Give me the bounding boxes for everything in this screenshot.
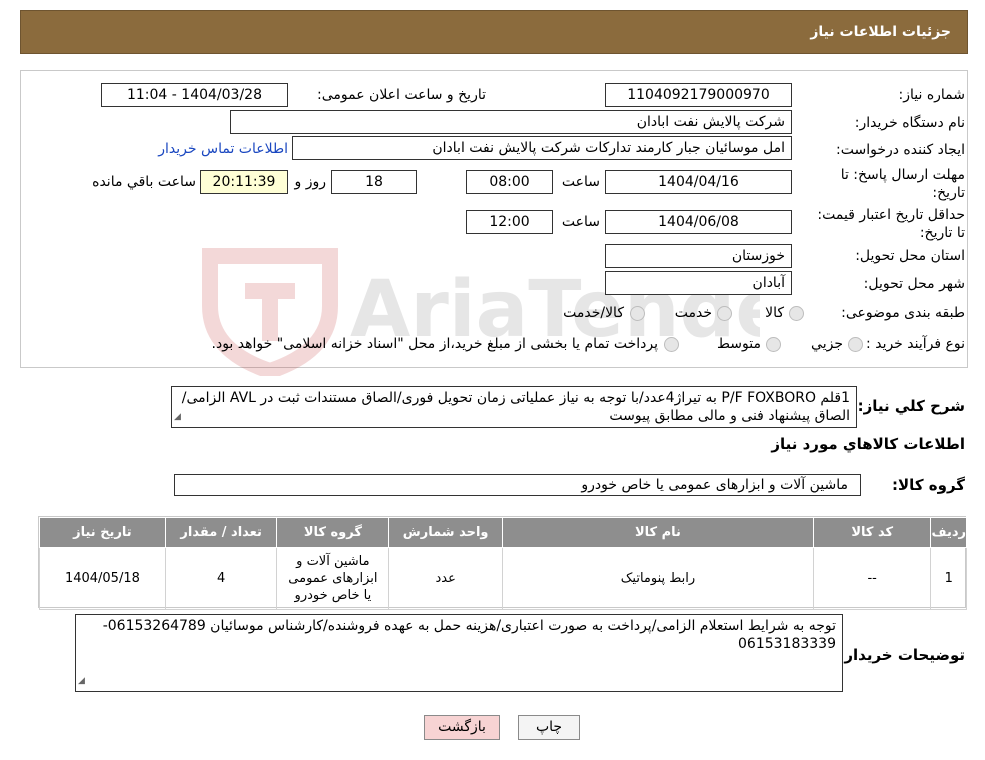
resize-grip-icon[interactable]: ◢ xyxy=(174,408,181,426)
price-validity-time-field: 12:00 xyxy=(466,210,553,234)
cell-need-date: 1404/05/18 xyxy=(39,547,166,610)
header-item-group: گروه کالا xyxy=(276,517,390,548)
reply-deadline-time-label: ساعت xyxy=(561,174,600,190)
purchase-type-label: نوع فرآیند خرید : xyxy=(866,336,965,352)
category-goods-radio[interactable] xyxy=(789,306,804,321)
cell-item-name: رابط پنوماتیک xyxy=(502,547,814,610)
goods-group-field: ماشین آلات و ابزارهای عمومی یا خاص خودرو xyxy=(174,474,861,496)
category-goods-service-radio[interactable] xyxy=(630,306,645,321)
header-need-date: تاريخ نياز xyxy=(39,517,166,548)
buyer-notes-label: توضيحات خريدار: xyxy=(838,646,965,664)
goods-section-title: اطلاعات کالاهاي مورد نياز xyxy=(771,435,965,453)
price-validity-label: حداقل تاریخ اعتبار قیمت: تا تاریخ: xyxy=(817,207,965,241)
print-button[interactable]: چاپ xyxy=(518,715,580,740)
province-label: استان محل تحویل: xyxy=(855,248,965,264)
category-label: طبقه بندی موضوعی: xyxy=(841,305,965,321)
purchase-type-partial-label: جزیي xyxy=(811,336,843,352)
need-number-label: شماره نیاز: xyxy=(898,87,966,103)
page-header: جزئیات اطلاعات نیاز xyxy=(20,10,968,54)
treasury-payment-note: پرداخت تمام یا بخشی از مبلغ خرید،از محل … xyxy=(211,336,658,352)
description-text: 1قلم P/F FOXBORO به تیراژ4عدد/با توجه به… xyxy=(181,390,850,424)
city-label: شهر محل تحویل: xyxy=(863,276,965,292)
buyer-org-field: شرکت پالایش نفت ابادان xyxy=(230,110,792,134)
reply-deadline-time-field: 08:00 xyxy=(466,170,553,194)
remaining-time-field: 20:11:39 xyxy=(200,170,288,194)
reply-deadline-date-field: 1404/04/16 xyxy=(605,170,792,194)
header-unit: واحد شمارش xyxy=(388,517,504,548)
category-goods-label: کالا xyxy=(765,305,784,321)
treasury-payment-checkbox[interactable] xyxy=(664,337,679,352)
header-item-name: نام کالا xyxy=(502,517,814,548)
province-field: خوزستان xyxy=(605,244,792,268)
creator-label: ایجاد کننده درخواست: xyxy=(836,142,965,158)
announce-datetime-field: 1404/03/28 - 11:04 xyxy=(101,83,288,107)
reply-deadline-days-label: روز و xyxy=(294,174,327,190)
header-quantity: تعداد / مقدار xyxy=(164,517,278,548)
announce-datetime-label: تاریخ و ساعت اعلان عمومی: xyxy=(317,87,486,103)
buyer-org-label: نام دستگاه خریدار: xyxy=(854,115,965,131)
goods-table: رديف کد کالا نام کالا واحد شمارش گروه کا… xyxy=(38,516,967,610)
cell-row-number: 1 xyxy=(930,547,967,610)
description-label: شرح کلي نياز: xyxy=(857,397,965,415)
table-row: 1 -- رابط پنوماتیک عدد ماشین آلات و ابزا… xyxy=(39,547,967,610)
header-row-number: رديف xyxy=(930,517,967,548)
header-item-code: کد کالا xyxy=(812,517,932,548)
purchase-type-partial-radio[interactable] xyxy=(848,337,863,352)
buyer-notes-textarea[interactable]: توجه به شرایط استعلام الزامی/پرداخت به ص… xyxy=(75,614,843,692)
remaining-time-label: ساعت باقي مانده xyxy=(92,174,196,190)
need-number-field: 1104092179000970 xyxy=(605,83,792,107)
page-title: جزئیات اطلاعات نیاز xyxy=(810,24,951,40)
table-header-row: رديف کد کالا نام کالا واحد شمارش گروه کا… xyxy=(39,517,967,548)
back-button[interactable]: بازگشت xyxy=(424,715,500,740)
purchase-type-medium-radio[interactable] xyxy=(766,337,781,352)
cell-item-group: ماشین آلات و ابزارهای عمومی یا خاص خودرو xyxy=(276,547,390,610)
city-field: آبادان xyxy=(605,271,792,295)
goods-group-label: گروه کالا: xyxy=(892,476,965,494)
reply-deadline-label: مهلت ارسال پاسخ: تا تاریخ: xyxy=(840,167,965,201)
cell-unit: عدد xyxy=(388,547,504,610)
purchase-type-medium-label: متوسط xyxy=(717,336,761,352)
cell-item-code: -- xyxy=(812,547,932,610)
category-service-radio[interactable] xyxy=(717,306,732,321)
creator-field: امل موسائیان جبار کارمند تدارکات شرکت پا… xyxy=(292,136,792,160)
buyer-notes-text: توجه به شرایط استعلام الزامی/پرداخت به ص… xyxy=(102,618,836,652)
category-service-label: خدمت xyxy=(674,305,712,321)
price-validity-time-label: ساعت xyxy=(561,214,600,230)
price-validity-date-field: 1404/06/08 xyxy=(605,210,792,234)
cell-quantity: 4 xyxy=(164,547,278,610)
reply-deadline-days-field: 18 xyxy=(331,170,417,194)
buyer-contact-link[interactable]: اطلاعات تماس خریدار xyxy=(150,141,288,157)
category-goods-service-label: کالا/خدمت xyxy=(563,305,624,321)
resize-grip-icon[interactable]: ◢ xyxy=(78,672,85,690)
description-textarea[interactable]: 1قلم P/F FOXBORO به تیراژ4عدد/با توجه به… xyxy=(171,386,857,428)
